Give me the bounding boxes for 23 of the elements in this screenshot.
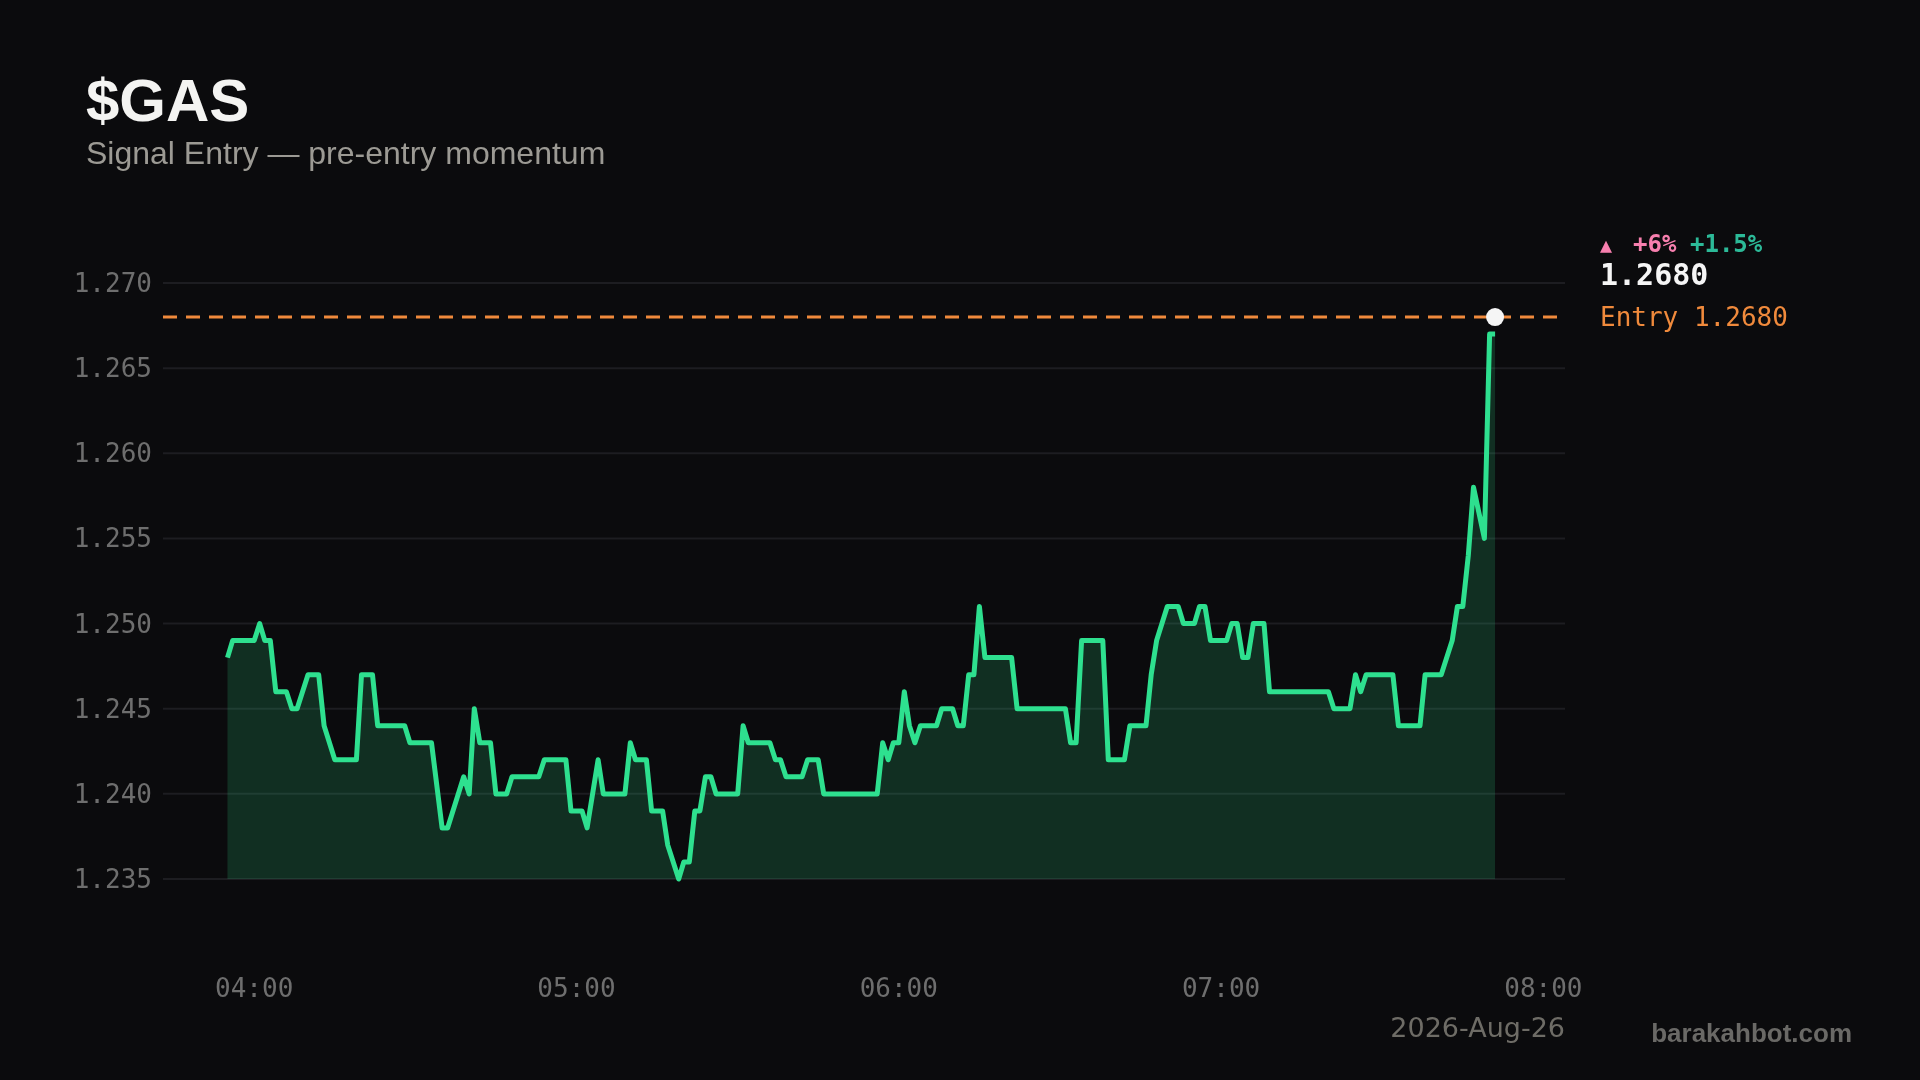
up-arrow-icon: ▲ — [1600, 233, 1613, 257]
y-tick-label: 1.260 — [73, 438, 152, 469]
x-tick-label: 05:00 — [537, 973, 616, 1003]
change-percent: +6% — [1633, 230, 1677, 258]
y-tick-label: 1.255 — [73, 523, 152, 554]
entry-dot — [1486, 308, 1505, 327]
site-credit: barakahbot.com — [1651, 1018, 1852, 1048]
x-tick-label: 08:00 — [1504, 973, 1583, 1003]
y-tick-label: 1.265 — [73, 353, 152, 384]
y-tick-label: 1.240 — [73, 778, 152, 809]
x-tick-label: 07:00 — [1181, 973, 1261, 1003]
change-percent: +1.5% — [1690, 230, 1763, 258]
chart-title: $GAS — [86, 68, 251, 134]
y-tick-label: 1.270 — [73, 268, 152, 298]
entry-label: Entry 1.2680 — [1600, 302, 1788, 333]
last-price: 1.2680 — [1600, 257, 1709, 292]
y-tick-label: 1.250 — [73, 608, 152, 639]
y-tick-label: 1.235 — [73, 864, 152, 894]
chart-subtitle: Signal Entry — pre-entry momentum — [86, 134, 607, 172]
x-tick-label: 06:00 — [859, 973, 938, 1003]
chart-date: 2026-Aug-26 — [1390, 1012, 1565, 1043]
y-tick-label: 1.245 — [73, 693, 152, 724]
x-tick-label: 04:00 — [215, 973, 294, 1003]
